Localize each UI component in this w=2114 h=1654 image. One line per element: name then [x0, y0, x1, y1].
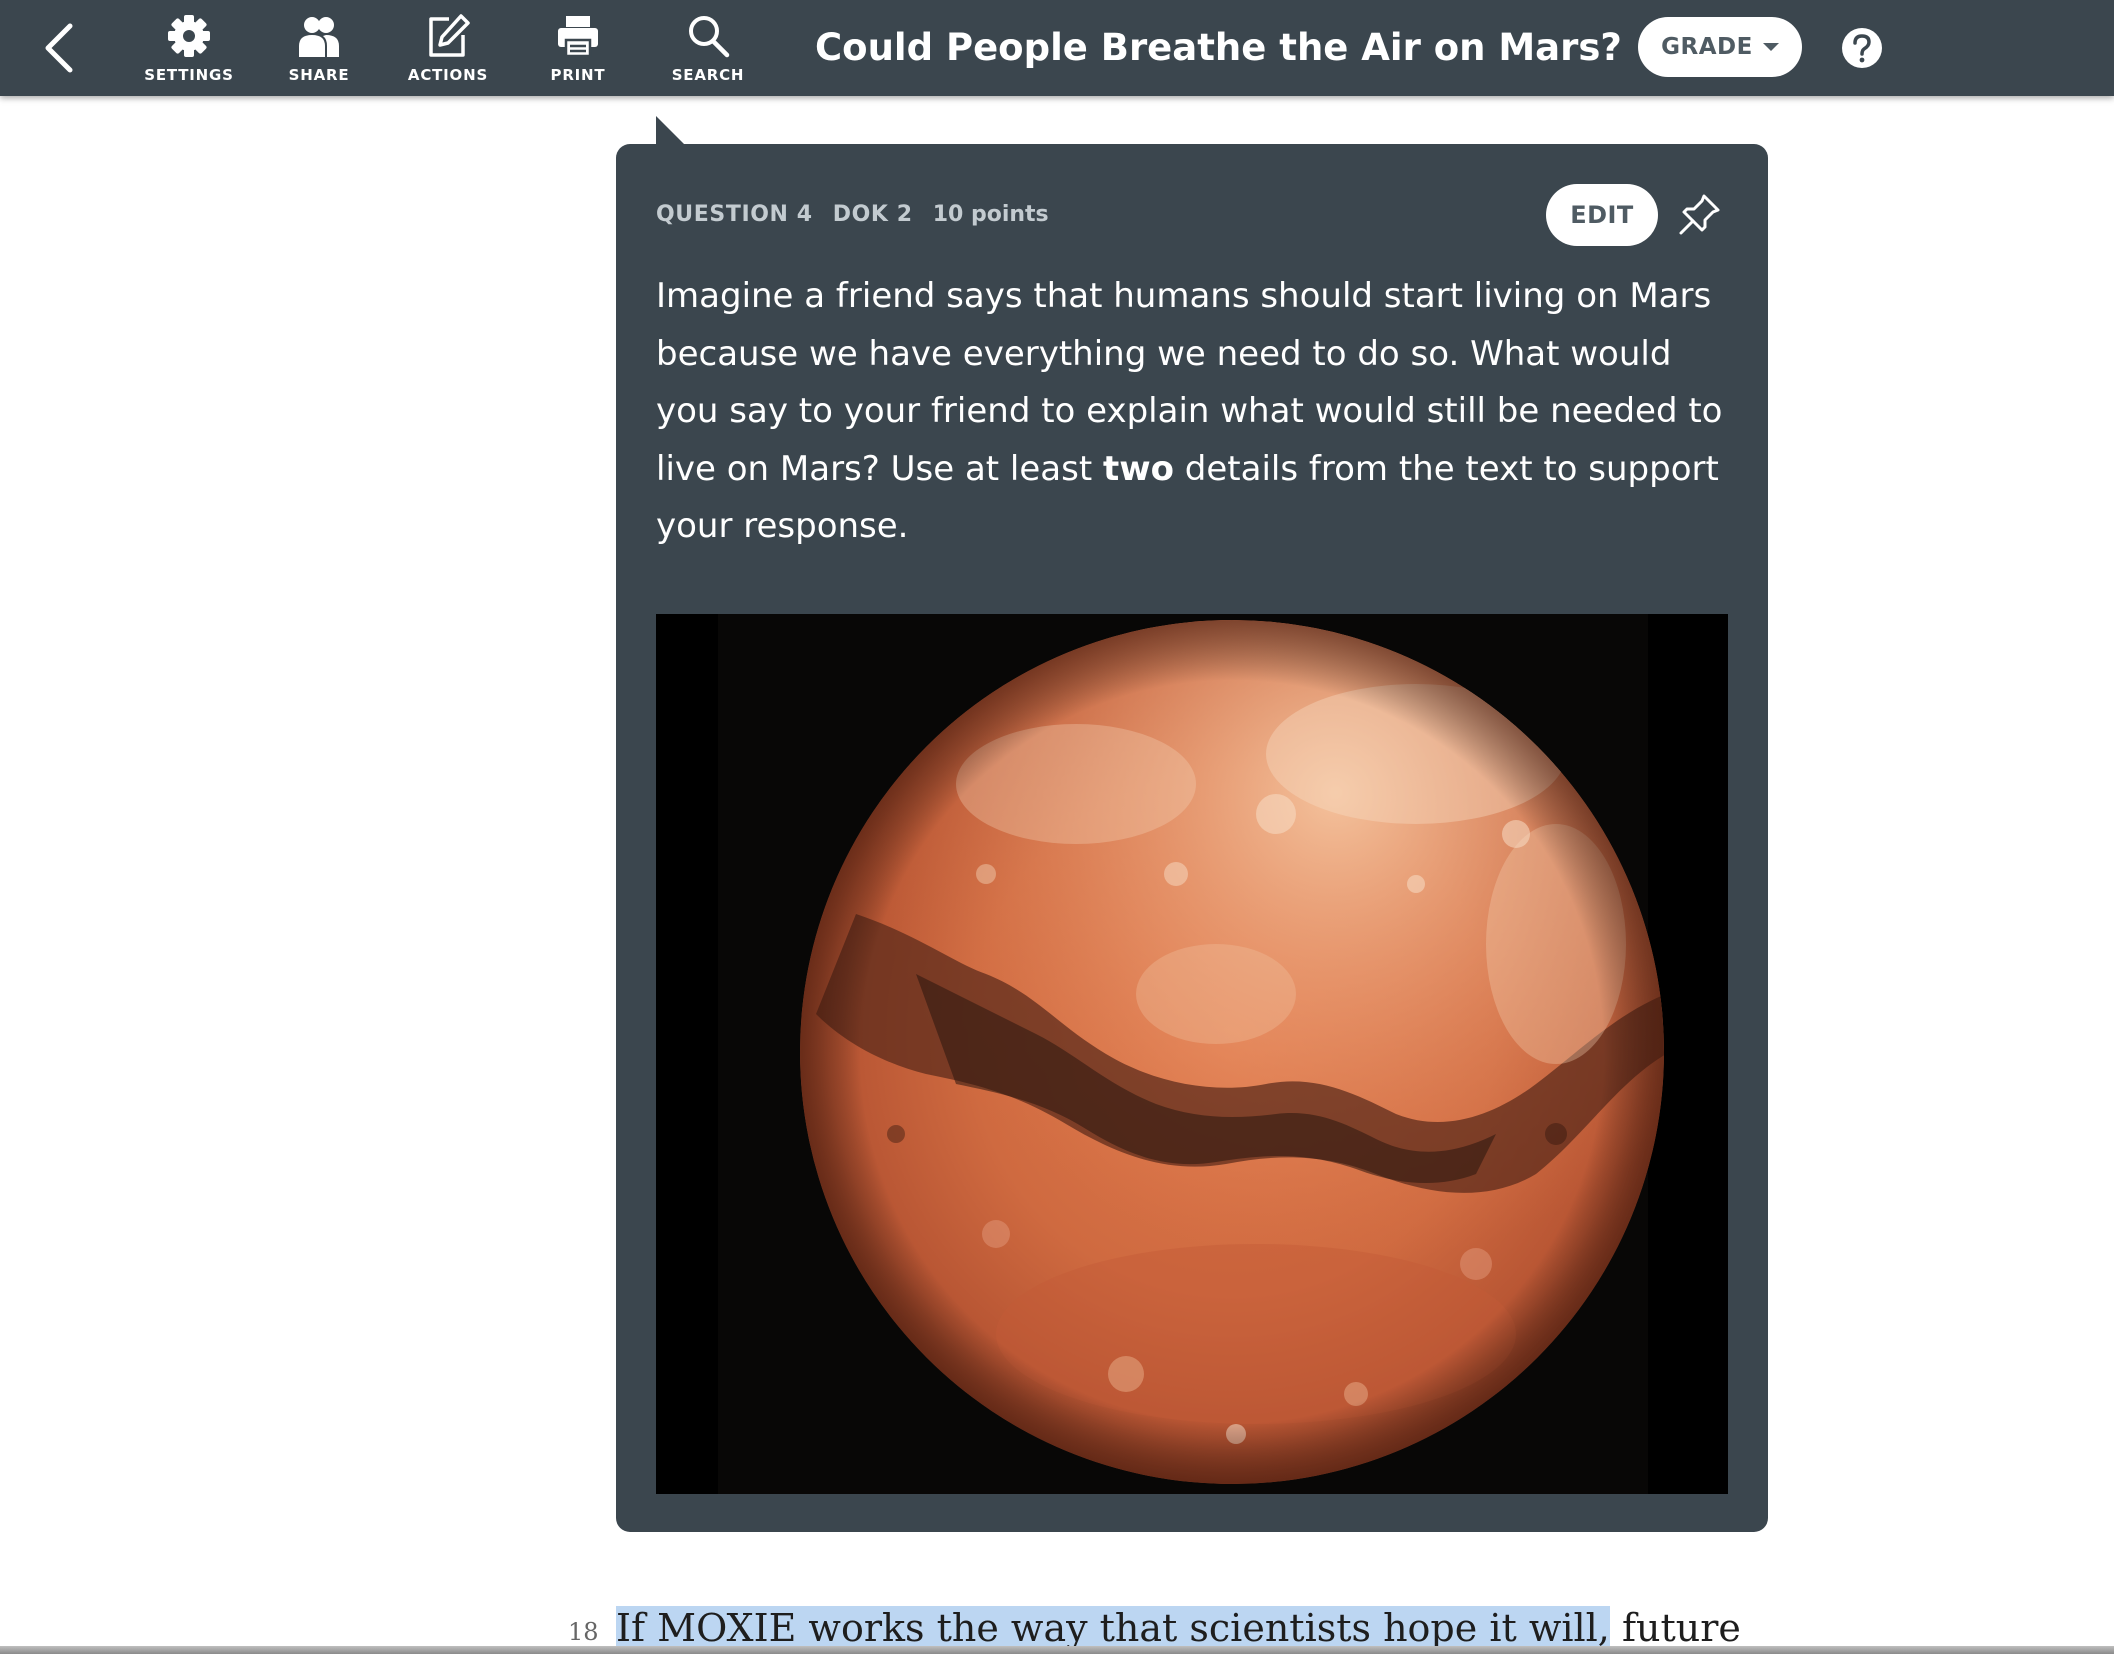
magnifier-icon [689, 16, 730, 58]
people-icon [299, 17, 339, 57]
document-title: Could People Breathe the Air on Mars? [815, 26, 1622, 69]
mars-planet-image [656, 614, 1728, 1494]
question-points: 10 points [932, 202, 1049, 227]
bottom-edge [0, 1646, 2114, 1654]
grade-dropdown-button[interactable]: GRADE [1638, 17, 1802, 77]
edit-button[interactable]: EDIT [1546, 184, 1658, 246]
search-label: SEARCH [671, 66, 745, 84]
question-circle-icon [1842, 28, 1882, 68]
share-button[interactable]: SHARE [263, 10, 375, 86]
caret-down-icon [1762, 43, 1779, 51]
print-button[interactable]: PRINT [522, 10, 634, 86]
print-label: PRINT [550, 66, 606, 84]
gear-icon [168, 15, 210, 57]
actions-button[interactable]: ACTIONS [392, 10, 504, 86]
question-card: QUESTION 4 DOK 2 10 points EDIT Imagine … [616, 144, 1768, 1532]
settings-label: SETTINGS [144, 66, 234, 84]
share-label: SHARE [288, 66, 350, 84]
printer-icon [558, 16, 598, 58]
pin-button[interactable] [1674, 190, 1724, 240]
pin-icon [1679, 194, 1720, 235]
dok-level: DOK 2 [832, 202, 913, 227]
search-button[interactable]: SEARCH [652, 10, 764, 86]
actions-label: ACTIONS [407, 66, 489, 84]
highlighted-text[interactable]: If MOXIE works the way that scientists h… [616, 1606, 1610, 1650]
card-pointer [656, 116, 684, 144]
help-button[interactable] [1840, 26, 1884, 70]
back-button[interactable] [40, 22, 80, 74]
settings-button[interactable]: SETTINGS [133, 10, 245, 86]
top-toolbar: SETTINGS SHARE ACTIONS PRINT SEARCH Coul… [0, 0, 2114, 96]
grade-label: GRADE [1661, 34, 1753, 60]
chevron-left-icon [45, 23, 73, 73]
edit-note-icon [429, 14, 470, 57]
question-number: QUESTION 4 [656, 202, 813, 227]
question-prompt: Imagine a friend says that humans should… [656, 268, 1728, 556]
question-text-emphasis: two [1102, 448, 1174, 489]
question-meta: QUESTION 4 DOK 2 10 points [656, 202, 1049, 232]
passage-text: future [1609, 1606, 1741, 1650]
line-number: 18 [568, 1618, 599, 1646]
